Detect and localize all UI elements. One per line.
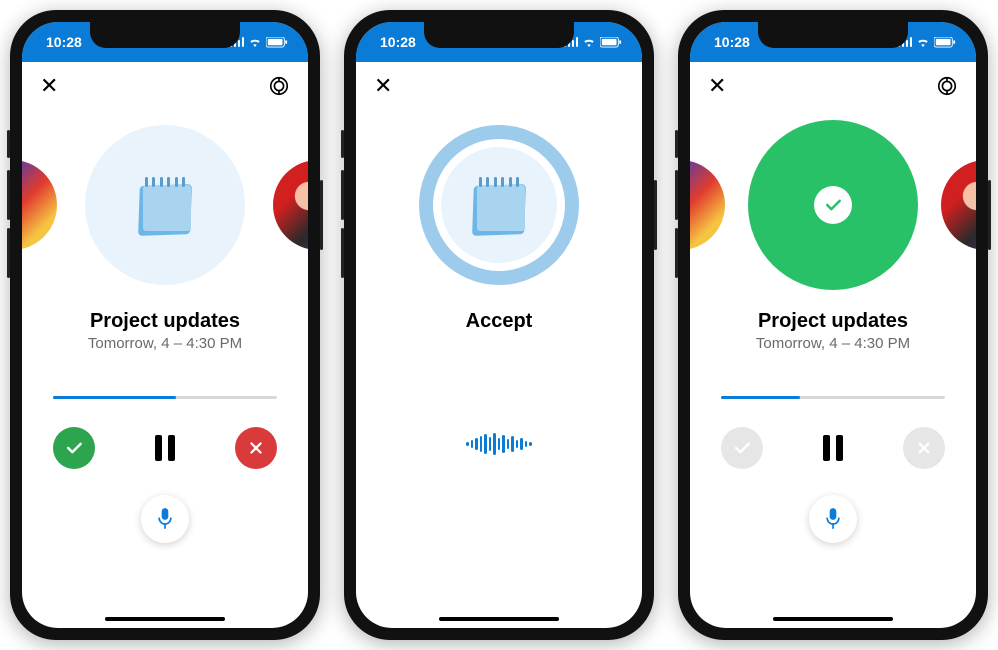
avatar-next[interactable]: [941, 160, 976, 250]
battery-icon: [934, 37, 956, 48]
accepted-badge: [748, 120, 918, 290]
event-icon-ring: [419, 125, 579, 285]
topbar: ✕: [356, 62, 642, 110]
check-badge: [814, 186, 852, 224]
status-time: 10:28: [714, 34, 750, 50]
event-info: Project updates Tomorrow, 4 – 4:30 PM: [88, 310, 242, 352]
home-indicator[interactable]: [105, 617, 225, 621]
notch: [90, 22, 240, 48]
home-indicator[interactable]: [773, 617, 893, 621]
command-title: Accept: [466, 310, 533, 333]
notch: [758, 22, 908, 48]
event-icon-circle: [85, 125, 245, 285]
event-time: Tomorrow, 4 – 4:30 PM: [88, 335, 242, 352]
cast-icon[interactable]: [268, 75, 290, 97]
phone-frame: 10:28 ✕ Pr: [678, 10, 988, 640]
phone-frame: 10:28 ✕: [10, 10, 320, 640]
voice-button[interactable]: [141, 495, 189, 543]
phone-frame: 10:28 ✕: [344, 10, 654, 640]
pause-button[interactable]: [823, 435, 843, 461]
hero: [356, 110, 642, 300]
content: Project updates Tomorrow, 4 – 4:30 PM: [690, 110, 976, 628]
home-indicator[interactable]: [439, 617, 559, 621]
wifi-icon: [916, 37, 930, 47]
voice-button[interactable]: [809, 495, 857, 543]
close-icon[interactable]: ✕: [374, 75, 392, 97]
x-icon: [247, 439, 265, 457]
reject-button[interactable]: [235, 427, 277, 469]
content: Accept: [356, 110, 642, 628]
event-info: Project updates Tomorrow, 4 – 4:30 PM: [756, 310, 910, 352]
mic-icon: [823, 507, 843, 531]
cast-icon[interactable]: [936, 75, 958, 97]
pause-button[interactable]: [155, 435, 175, 461]
notch: [424, 22, 574, 48]
topbar: ✕: [22, 62, 308, 110]
screen: 10:28 ✕: [356, 22, 642, 628]
hero: [22, 110, 308, 300]
reject-button-disabled: [903, 427, 945, 469]
status-time: 10:28: [46, 34, 82, 50]
voice-command-label: Accept: [466, 310, 533, 333]
action-row: [53, 427, 276, 469]
event-time: Tomorrow, 4 – 4:30 PM: [756, 335, 910, 352]
battery-icon: [600, 37, 622, 48]
wifi-icon: [582, 37, 596, 47]
accept-button[interactable]: [53, 427, 95, 469]
topbar: ✕: [690, 62, 976, 110]
hero: [690, 110, 976, 300]
avatar-next[interactable]: [273, 160, 308, 250]
wifi-icon: [248, 37, 262, 47]
status-time: 10:28: [380, 34, 416, 50]
accept-button-disabled: [721, 427, 763, 469]
check-icon: [732, 438, 752, 458]
screen: 10:28 ✕: [22, 22, 308, 628]
playback-progress[interactable]: [53, 396, 276, 399]
calendar-notepad-icon: [139, 175, 191, 235]
waveform-icon: [466, 433, 532, 455]
mic-icon: [155, 507, 175, 531]
calendar-notepad-icon: [473, 175, 525, 235]
check-icon: [64, 438, 84, 458]
avatar-previous[interactable]: [22, 160, 57, 250]
event-title: Project updates: [88, 310, 242, 333]
event-title: Project updates: [756, 310, 910, 333]
battery-icon: [266, 37, 288, 48]
playback-progress[interactable]: [721, 396, 944, 399]
content: Project updates Tomorrow, 4 – 4:30 PM: [22, 110, 308, 628]
avatar-previous[interactable]: [690, 160, 725, 250]
close-icon[interactable]: ✕: [40, 75, 58, 97]
check-icon: [823, 195, 843, 215]
x-icon: [915, 439, 933, 457]
screen: 10:28 ✕ Pr: [690, 22, 976, 628]
close-icon[interactable]: ✕: [708, 75, 726, 97]
action-row: [721, 427, 944, 469]
